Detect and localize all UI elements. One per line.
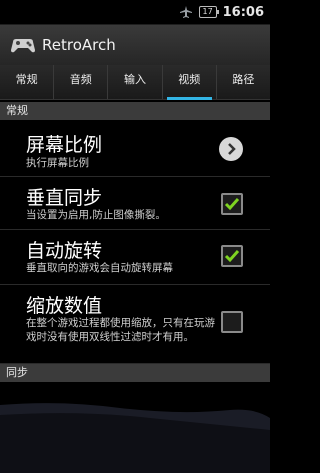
checkmark-icon bbox=[224, 250, 240, 263]
setting-summary: 执行屏幕比例 bbox=[26, 157, 89, 169]
setting-summary: 当设置为启用,防止图像撕裂。 bbox=[26, 209, 166, 221]
setting-title: 自动旋转 bbox=[26, 240, 103, 262]
gamepad-icon bbox=[11, 39, 35, 53]
tab-bar: 常规 音频 输入 视频 路径 bbox=[0, 65, 270, 100]
setting-auto-rotate[interactable]: 自动旋转 垂直取向的游戏会自动旋转屏幕 bbox=[0, 230, 270, 285]
setting-summary: 垂直取向的游戏会自动旋转屏幕 bbox=[26, 262, 173, 274]
setting-title: 垂直同步 bbox=[26, 187, 103, 209]
scaling-checkbox[interactable] bbox=[221, 311, 243, 333]
checkmark-icon bbox=[224, 198, 240, 211]
action-bar: RetroArch bbox=[0, 25, 270, 65]
section-header-general: 常规 bbox=[0, 102, 270, 120]
status-icons: 17 16:06 bbox=[179, 3, 264, 21]
status-bar: 17 16:06 bbox=[0, 0, 270, 25]
setting-summary: 在整个游戏过程都使用缩放，只有在玩游戏时没有使用双线性过滤时才有用。 bbox=[26, 317, 215, 343]
tab-general[interactable]: 常规 bbox=[0, 65, 55, 99]
setting-aspect-ratio[interactable]: 屏幕比例 执行屏幕比例 bbox=[0, 122, 270, 177]
setting-vsync[interactable]: 垂直同步 当设置为启用,防止图像撕裂。 bbox=[0, 177, 270, 230]
chevron-right-icon[interactable] bbox=[219, 137, 243, 161]
vsync-checkbox[interactable] bbox=[221, 193, 243, 215]
airplane-icon bbox=[179, 6, 192, 18]
setting-title: 屏幕比例 bbox=[26, 134, 103, 156]
background-shape bbox=[0, 403, 270, 473]
tab-audio[interactable]: 音频 bbox=[54, 65, 109, 99]
battery-icon: 17 bbox=[198, 6, 219, 18]
auto-rotate-checkbox[interactable] bbox=[221, 245, 243, 267]
tab-paths[interactable]: 路径 bbox=[217, 65, 270, 99]
battery-text: 17 bbox=[202, 7, 213, 16]
tab-input[interactable]: 输入 bbox=[108, 65, 163, 99]
app-title: RetroArch bbox=[42, 36, 116, 54]
setting-title: 缩放数值 bbox=[26, 295, 103, 317]
setting-scaling[interactable]: 缩放数值 在整个游戏过程都使用缩放，只有在玩游戏时没有使用双线性过滤时才有用。 bbox=[0, 285, 270, 364]
tab-video[interactable]: 视频 bbox=[163, 65, 217, 100]
clock: 16:06 bbox=[222, 4, 264, 20]
